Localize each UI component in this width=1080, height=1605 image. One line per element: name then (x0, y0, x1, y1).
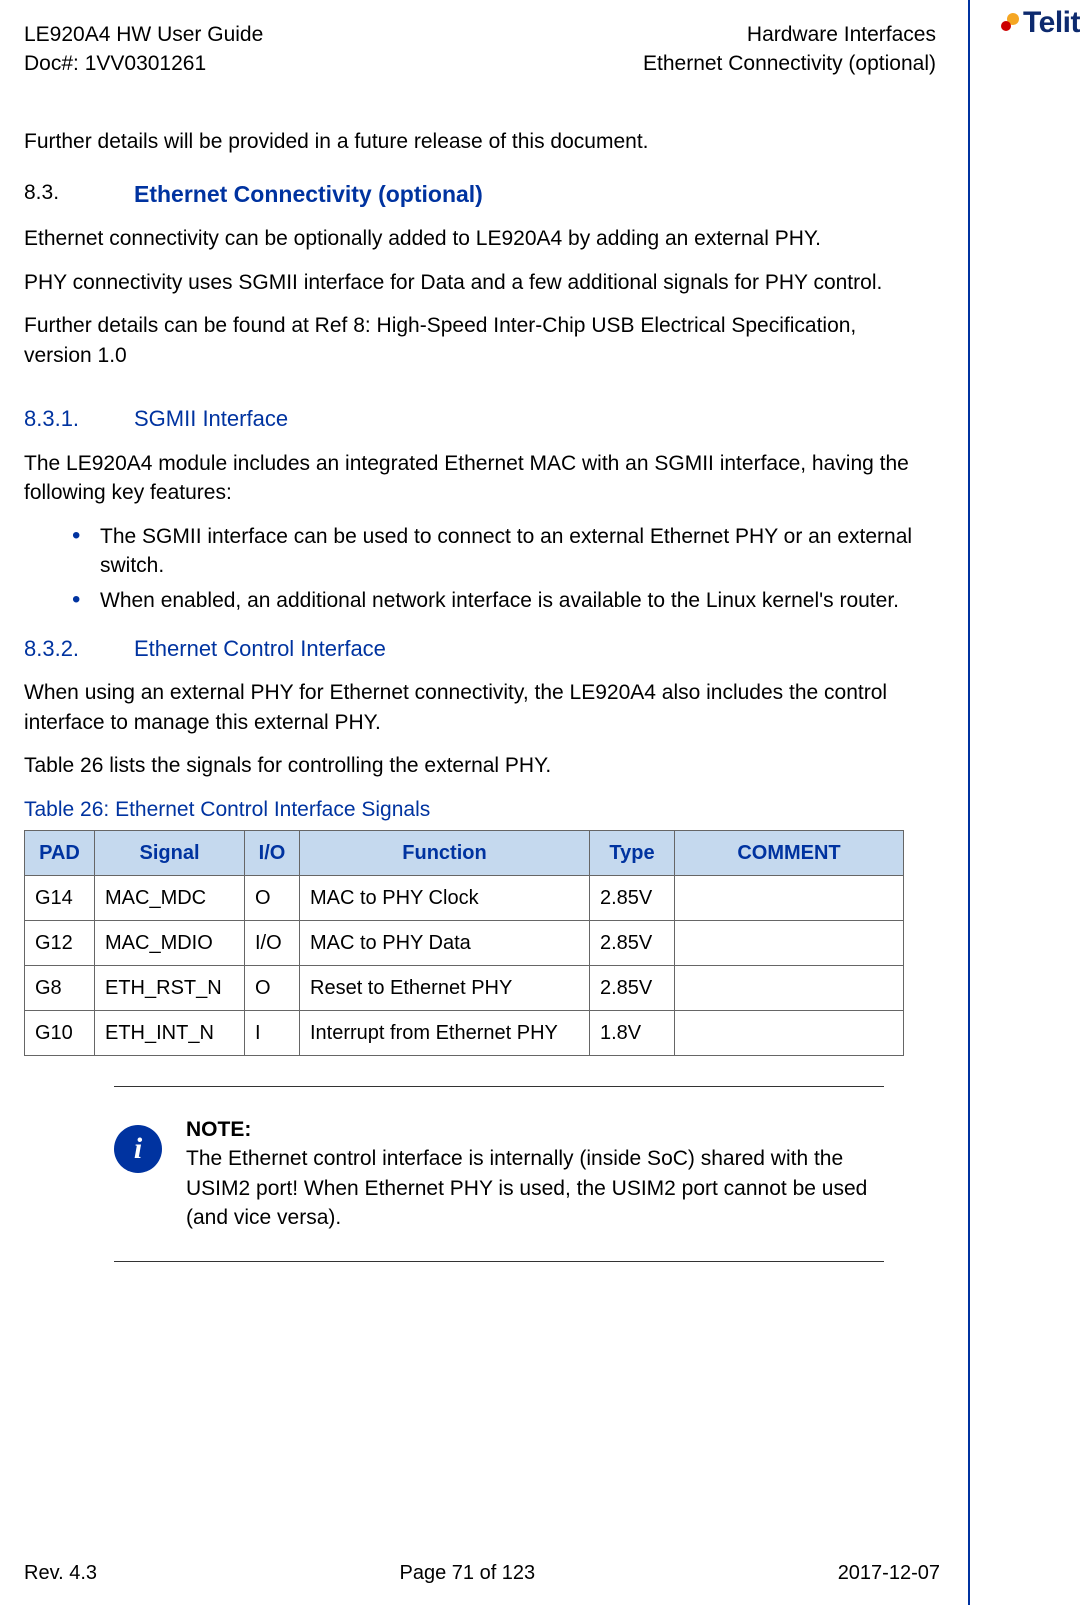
th-type: Type (590, 831, 675, 876)
heading-title: Ethernet Connectivity (optional) (134, 178, 483, 210)
paragraph: Further details can be found at Ref 8: H… (24, 311, 916, 370)
th-comment: COMMENT (675, 831, 904, 876)
heading-number: 8.3. (24, 178, 134, 210)
table-row: G8 ETH_RST_N O Reset to Ethernet PHY 2.8… (25, 966, 904, 1011)
table-caption: Table 26: Ethernet Control Interface Sig… (24, 795, 916, 824)
th-signal: Signal (95, 831, 245, 876)
heading-title: SGMII Interface (134, 404, 288, 435)
doc-title: LE920A4 HW User Guide (24, 20, 263, 49)
table-row: G10 ETH_INT_N I Interrupt from Ethernet … (25, 1011, 904, 1056)
footer-page: Page 71 of 123 (400, 1559, 536, 1587)
signals-table: PAD Signal I/O Function Type COMMENT G14… (24, 830, 904, 1056)
logo-icon (1001, 13, 1021, 33)
heading-number: 8.3.1. (24, 404, 134, 435)
cell: ETH_RST_N (95, 966, 245, 1011)
info-icon: i (114, 1125, 162, 1173)
cell: 1.8V (590, 1011, 675, 1056)
header-section: Hardware Interfaces (643, 20, 936, 49)
cell (675, 1011, 904, 1056)
cell: 2.85V (590, 876, 675, 921)
brand-name: Telit (1023, 2, 1080, 44)
paragraph: When using an external PHY for Ethernet … (24, 678, 916, 737)
paragraph: Further details will be provided in a fu… (24, 127, 916, 156)
cell: ETH_INT_N (95, 1011, 245, 1056)
cell: I (245, 1011, 300, 1056)
note-label: NOTE: (186, 1115, 884, 1144)
list-item: When enabled, an additional network inte… (72, 586, 916, 615)
cell: MAC to PHY Data (300, 921, 590, 966)
th-function: Function (300, 831, 590, 876)
cell: MAC_MDC (95, 876, 245, 921)
th-pad: PAD (25, 831, 95, 876)
table-row: G14 MAC_MDC O MAC to PHY Clock 2.85V (25, 876, 904, 921)
paragraph: The LE920A4 module includes an integrate… (24, 449, 916, 508)
doc-number: Doc#: 1VV0301261 (24, 49, 263, 78)
heading-title: Ethernet Control Interface (134, 634, 386, 665)
bullet-list: The SGMII interface can be used to conne… (24, 522, 916, 616)
cell: 2.85V (590, 966, 675, 1011)
list-item: The SGMII interface can be used to conne… (72, 522, 916, 581)
paragraph: Table 26 lists the signals for controlli… (24, 751, 916, 780)
cell: G14 (25, 876, 95, 921)
cell (675, 966, 904, 1011)
page-footer: Rev. 4.3 Page 71 of 123 2017-12-07 (24, 1559, 940, 1587)
cell: 2.85V (590, 921, 675, 966)
cell: O (245, 876, 300, 921)
paragraph: Ethernet connectivity can be optionally … (24, 224, 916, 253)
th-io: I/O (245, 831, 300, 876)
brand-logo: Telit (1001, 2, 1080, 44)
cell (675, 921, 904, 966)
cell: Reset to Ethernet PHY (300, 966, 590, 1011)
page-content: Further details will be provided in a fu… (24, 127, 1056, 1262)
vertical-divider (968, 0, 970, 1605)
note-block: i NOTE: The Ethernet control interface i… (114, 1086, 884, 1262)
table-header-row: PAD Signal I/O Function Type COMMENT (25, 831, 904, 876)
paragraph: PHY connectivity uses SGMII interface fo… (24, 268, 916, 297)
cell: G12 (25, 921, 95, 966)
footer-date: 2017-12-07 (838, 1559, 940, 1587)
note-body: The Ethernet control interface is intern… (186, 1144, 884, 1232)
cell: O (245, 966, 300, 1011)
page-header: LE920A4 HW User Guide Doc#: 1VV0301261 H… (24, 20, 1056, 79)
cell (675, 876, 904, 921)
cell: G8 (25, 966, 95, 1011)
heading-2: 8.3. Ethernet Connectivity (optional) (24, 178, 916, 210)
cell: MAC to PHY Clock (300, 876, 590, 921)
cell: MAC_MDIO (95, 921, 245, 966)
heading-number: 8.3.2. (24, 634, 134, 665)
cell: Interrupt from Ethernet PHY (300, 1011, 590, 1056)
footer-rev: Rev. 4.3 (24, 1559, 97, 1587)
cell: G10 (25, 1011, 95, 1056)
table-row: G12 MAC_MDIO I/O MAC to PHY Data 2.85V (25, 921, 904, 966)
header-subsection: Ethernet Connectivity (optional) (643, 49, 936, 78)
cell: I/O (245, 921, 300, 966)
heading-3: 8.3.2. Ethernet Control Interface (24, 634, 916, 665)
heading-3: 8.3.1. SGMII Interface (24, 404, 916, 435)
